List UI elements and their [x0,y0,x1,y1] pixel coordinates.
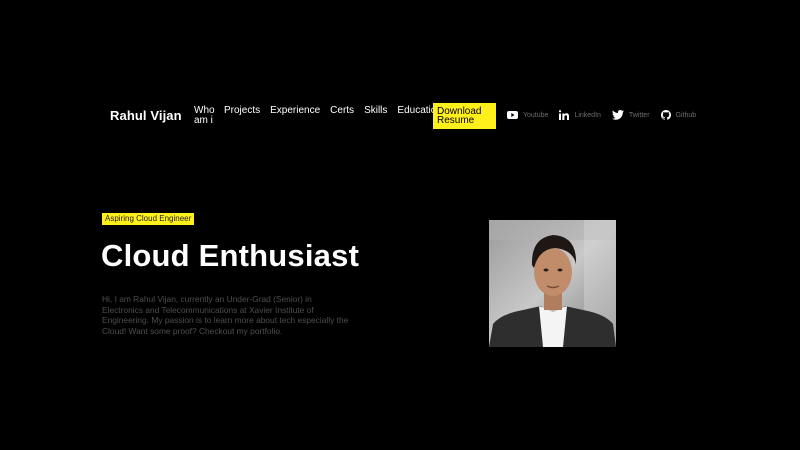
social-label-linkedin: LinkedIn [574,111,601,119]
profile-photo [489,220,616,347]
hero-description: Hi, I am Rahul Vijan, currently an Under… [102,294,349,336]
nav-item-projects[interactable]: Projects [224,106,260,116]
main-nav: Who am i Projects Experience Certs Skill… [194,106,442,126]
youtube-icon [507,111,518,119]
linkedin-icon [559,110,570,120]
social-link-youtube[interactable]: Youtube [507,111,548,119]
twitter-icon [611,110,624,120]
nav-item-certs[interactable]: Certs [330,106,354,116]
social-label-github: Github [675,111,697,119]
social-links: Youtube LinkedIn Twitter Github [507,110,696,120]
social-link-github[interactable]: Github [660,110,697,120]
role-badge: Aspiring Cloud Engineer [102,213,195,225]
social-link-linkedin[interactable]: LinkedIn [559,110,601,120]
social-link-twitter[interactable]: Twitter [611,110,650,120]
nav-item-skills[interactable]: Skills [364,106,387,116]
download-resume-button[interactable]: Download Resume [433,103,496,129]
brand-logo[interactable]: Rahul Vijan [110,108,182,123]
hero-title: Cloud Enthusiast [101,238,360,273]
nav-item-experience[interactable]: Experience [270,106,320,116]
social-label-twitter: Twitter [628,111,650,119]
page: Rahul Vijan Who am i Projects Experience… [0,0,800,450]
social-label-youtube: Youtube [523,111,549,119]
profile-photo-illustration [489,220,616,347]
nav-item-who-am-i[interactable]: Who am i [194,106,215,126]
github-icon [660,110,671,120]
